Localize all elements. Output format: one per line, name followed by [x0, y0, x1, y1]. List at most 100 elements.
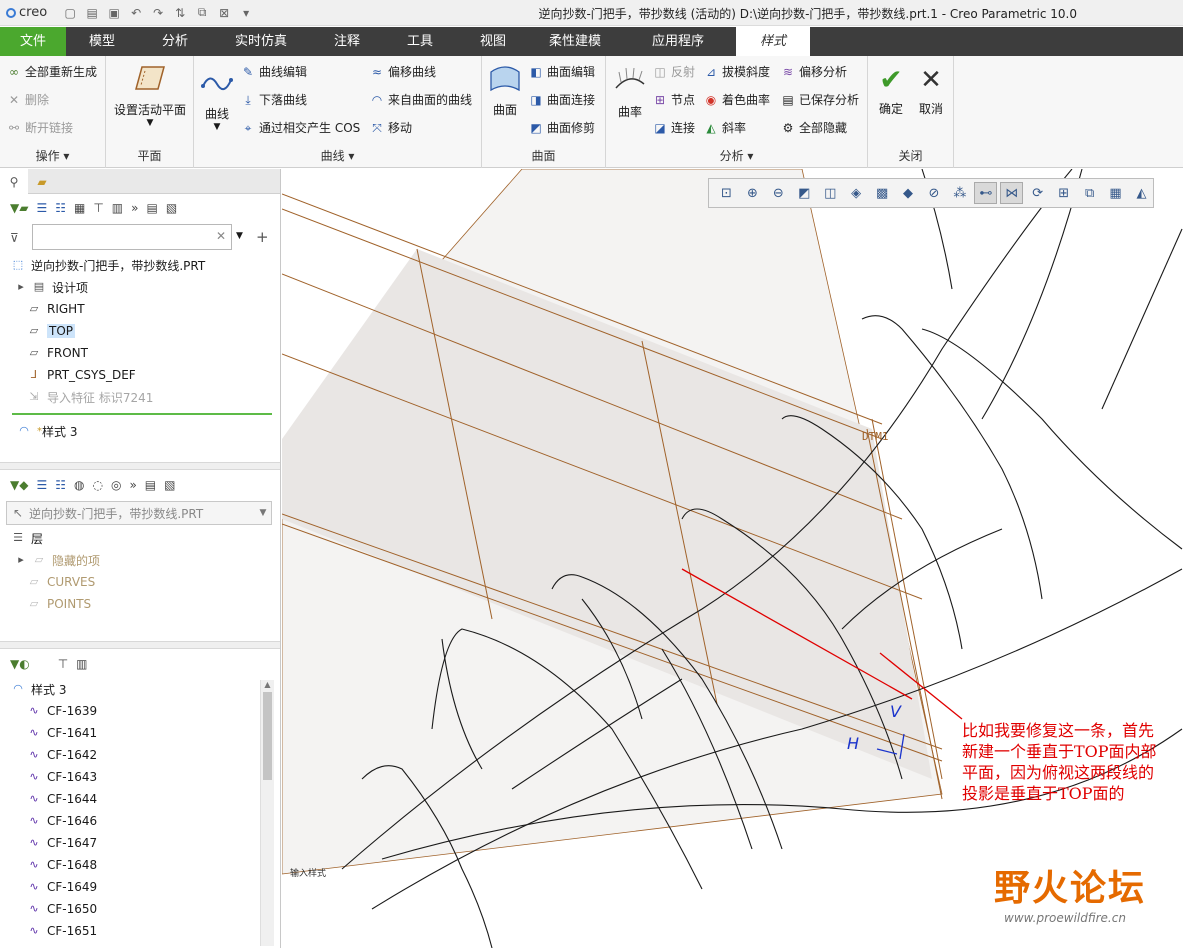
layout-icon[interactable]: ▦ [1104, 182, 1127, 204]
layer-item-hidden[interactable]: ▸ ▱ 隐藏的项 [10, 549, 280, 571]
tree-item-front[interactable]: ▱ FRONT [10, 342, 280, 364]
layer-properties-icon[interactable]: ▤ [145, 478, 156, 492]
perspective-icon[interactable]: ◆ [897, 182, 920, 204]
tree-view-icon[interactable]: ▥ [76, 657, 87, 671]
layer-root[interactable]: ☰ 层 [10, 527, 280, 549]
repaint-icon[interactable]: ◩ [793, 182, 816, 204]
layer-isolate-icon[interactable]: ◎ [111, 478, 121, 492]
cancel-button[interactable]: ✕ 取消 [914, 64, 948, 117]
tab-file[interactable]: 文件 [0, 27, 66, 56]
annotation-display-icon[interactable]: ⧉ [1078, 182, 1101, 204]
tab-analysis[interactable]: 分析 [138, 27, 212, 56]
saved-views-icon[interactable]: ◈ [845, 182, 868, 204]
layer-settings-icon[interactable]: ▼◆ [10, 478, 28, 492]
break-link-button[interactable]: ⚯ 断开链接 [6, 119, 73, 136]
section-icon[interactable]: ⊘ [923, 182, 946, 204]
layer-item-points[interactable]: ▱ POINTS [10, 593, 280, 615]
zoom-in-icon[interactable]: ⊕ [741, 182, 764, 204]
grid-icon[interactable]: ⊞ [1052, 182, 1075, 204]
list-item[interactable]: ∿ CF-1650 [10, 898, 280, 920]
reflection-button[interactable]: ◫ 反射 [652, 63, 695, 80]
node-button[interactable]: ⊞ 节点 [652, 91, 695, 108]
panel-separator[interactable] [0, 641, 280, 649]
expand-all-icon[interactable]: ☰ [36, 201, 47, 215]
tab-view[interactable]: 视图 [456, 27, 530, 56]
curve-button[interactable]: 曲线 ▼ [198, 66, 236, 132]
tree-item-style[interactable]: ◠ * 样式 3 [10, 420, 280, 442]
redo-icon[interactable]: ↷ [149, 6, 167, 20]
expand-arrow-icon[interactable]: ▸ [16, 553, 26, 567]
hide-all-button[interactable]: ⚙ 全部隐藏 [780, 119, 847, 136]
tree-search-input[interactable]: ✕ [32, 224, 232, 250]
list-item[interactable]: ∿ CF-1647 [10, 832, 280, 854]
tab-flexible-modeling[interactable]: 柔性建模 [530, 27, 620, 56]
group-label-curve[interactable]: 曲线 ▾ [194, 147, 481, 164]
tree-root[interactable]: ⬚ 逆向抄数-门把手，带抄数线.PRT [10, 254, 280, 276]
curvature-button[interactable]: 曲率 [610, 64, 650, 120]
offset-curve-button[interactable]: ≈ 偏移曲线 [369, 63, 436, 80]
delete-button[interactable]: ✕ 删除 [6, 91, 49, 108]
tab-model[interactable]: 模型 [66, 27, 138, 56]
tree-columns-icon[interactable]: ▦ [74, 201, 85, 215]
tree-item-import-feature[interactable]: ⇲ 导入特征 标识7241 [10, 386, 280, 408]
tree-item-top[interactable]: ▱ TOP [10, 320, 280, 342]
list-item[interactable]: ∿ CF-1644 [10, 788, 280, 810]
surface-connect-button[interactable]: ◨ 曲面连接 [528, 91, 595, 108]
regenerate-icon[interactable]: ⇅ [171, 6, 189, 20]
regenerate-all-button[interactable]: ∞ 全部重新生成 [6, 63, 97, 80]
tree-item-right[interactable]: ▱ RIGHT [10, 298, 280, 320]
tree-item-design-items[interactable]: ▸ ▤ 设计项 [10, 276, 280, 298]
saved-analysis-button[interactable]: ▤ 已保存分析 [780, 91, 859, 108]
close-window-icon[interactable]: ⊠ [215, 6, 233, 20]
list-item[interactable]: ∿ CF-1641 [10, 722, 280, 744]
insert-indicator[interactable] [12, 413, 272, 415]
style-tree-scrollbar[interactable]: ▲ [260, 680, 274, 946]
tree-view-icon[interactable]: ▥ [112, 201, 123, 215]
group-label-analysis[interactable]: 分析 ▾ [606, 147, 867, 164]
layer-show-icon[interactable]: ◍ [74, 478, 84, 492]
show-icon[interactable]: ▤ [146, 201, 157, 215]
move-button[interactable]: ⤧ 移动 [369, 119, 412, 136]
appearance-icon[interactable]: ◭ [1130, 182, 1153, 204]
customize-chevron-icon[interactable]: ▾ [237, 6, 255, 20]
connection-button[interactable]: ◪ 连接 [652, 119, 695, 136]
group-label-operations[interactable]: 操作 ▾ [0, 147, 105, 164]
curve-from-surface-button[interactable]: ◠ 来自曲面的曲线 [369, 91, 472, 108]
layer-model-selector[interactable]: ↖ 逆向抄数-门把手，带抄数线.PRT ▼ [6, 501, 272, 525]
curve-display-icon[interactable]: ⊷ [974, 182, 998, 204]
view-manager-icon[interactable]: ▩ [871, 182, 894, 204]
open-file-icon[interactable]: ▤ [83, 6, 101, 20]
panel-separator[interactable] [0, 462, 280, 470]
windows-icon[interactable]: ⧉ [193, 5, 211, 20]
drop-curve-button[interactable]: ⤓ 下落曲线 [240, 91, 307, 108]
undo-icon[interactable]: ↶ [127, 6, 145, 20]
cos-from-intersection-button[interactable]: ⌖ 通过相交产生 COS [240, 119, 361, 136]
layer-hide-icon[interactable]: ◌ [92, 478, 102, 492]
expand-all-icon[interactable]: ☰ [36, 478, 47, 492]
graphics-window[interactable]: H V DTM1 ⊡ ⊕ ⊖ ◩ ◫ ◈ ▩ ◆ ⊘ ⁂ ⊷ ⋈ ⟳ ⊞ ⧉ ▦… [282, 169, 1183, 948]
tree-filter-icon[interactable]: ⊤ [58, 657, 68, 671]
datum-display-icon[interactable]: ⁂ [948, 182, 971, 204]
list-item[interactable]: ∿ CF-1643 [10, 766, 280, 788]
save-icon[interactable]: ▣ [105, 6, 123, 20]
list-item[interactable]: ∿ CF-1646 [10, 810, 280, 832]
display-style-icon[interactable]: ◫ [819, 182, 842, 204]
curve-edit-button[interactable]: ✎ 曲线编辑 [240, 63, 307, 80]
tree-settings-icon[interactable]: ▼▰ [10, 201, 28, 215]
list-item[interactable]: ∿ CF-1648 [10, 854, 280, 876]
model-tree-tab-icon[interactable]: ⚲ [0, 169, 28, 194]
tree-filter-icon[interactable]: ⊤ [93, 201, 103, 215]
list-item[interactable]: ∿ CF-1651 [10, 920, 280, 942]
draft-button[interactable]: ⊿ 拔模斜度 [703, 63, 770, 80]
tab-simulation[interactable]: 实时仿真 [212, 27, 310, 56]
surface-trim-button[interactable]: ◩ 曲面修剪 [528, 119, 595, 136]
expand-arrow-icon[interactable]: ▸ [16, 280, 26, 294]
tab-tools[interactable]: 工具 [384, 27, 456, 56]
collapse-all-icon[interactable]: ☷ [55, 201, 66, 215]
more-chevron-icon[interactable]: » [129, 478, 136, 492]
more-chevron-icon[interactable]: » [131, 201, 138, 215]
zoom-out-icon[interactable]: ⊖ [767, 182, 790, 204]
folder-browser-tab-icon[interactable]: ▰ [28, 169, 56, 194]
settings-icon[interactable]: ▧ [166, 201, 177, 215]
layer-item-curves[interactable]: ▱ CURVES [10, 571, 280, 593]
